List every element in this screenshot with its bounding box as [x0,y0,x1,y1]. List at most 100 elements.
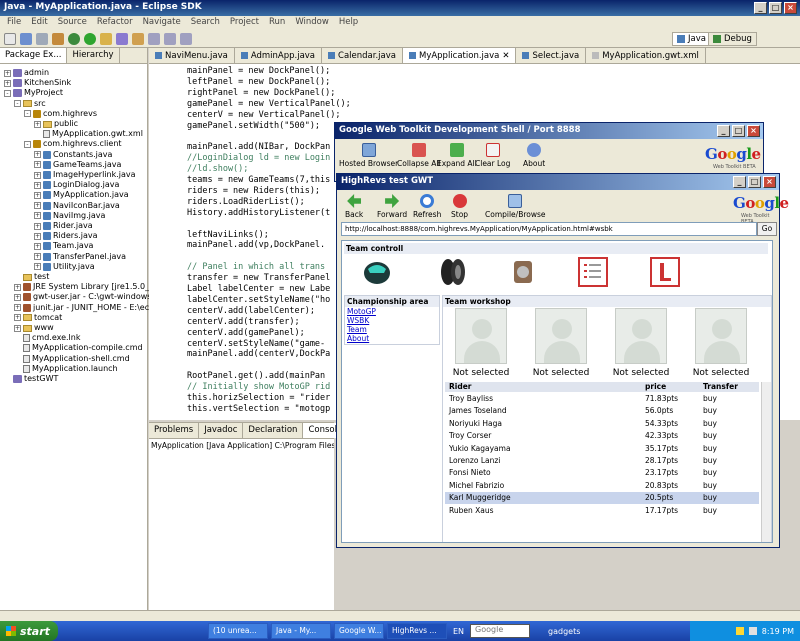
tree-item[interactable]: + NaviImg.java [34,211,105,221]
tree-item[interactable]: + junit.jar - JUNIT_HOME - E:\eclipse [14,303,168,313]
menu-navigate[interactable]: Navigate [138,16,186,30]
buy-link[interactable]: buy [703,467,717,479]
close-tab-icon[interactable]: ✕ [502,51,509,61]
menu-refactor[interactable]: Refactor [92,16,138,30]
tyres-icon[interactable] [438,257,468,287]
tree-expand-toggle[interactable]: + [34,263,41,271]
buy-link[interactable]: buy [703,505,717,517]
engine-icon[interactable] [508,257,538,287]
refresh-button[interactable]: Refresh [413,194,441,219]
tree-expand-toggle[interactable]: + [34,171,41,179]
tree-expand-toggle[interactable]: + [14,283,21,291]
tree-expand-toggle[interactable]: + [14,314,21,322]
tree-expand-toggle[interactable]: + [14,293,21,301]
tree-item[interactable]: + Rider.java [34,221,93,231]
clear-log-button[interactable]: Clear Log [475,143,510,168]
hrwin-close-button[interactable]: × [763,176,776,188]
buy-link[interactable]: buy [703,492,717,504]
collapse-all-button[interactable]: Collapse All [397,143,441,168]
tree-expand-toggle[interactable]: + [34,161,41,169]
table-row[interactable]: Fonsi Nieto 23.17pts buy [445,467,759,479]
editor-tab-select[interactable]: Select.java [516,48,587,63]
link-wsbk[interactable]: WSBK [345,316,439,325]
taskbar-java[interactable]: Java - My... [271,623,331,639]
open-type-icon[interactable] [116,32,128,45]
back-icon[interactable] [164,32,176,45]
tab-javadoc[interactable]: Javadoc [199,423,244,438]
stop-button[interactable]: Stop [451,194,468,219]
compile-browse-button[interactable]: Compile/Browse [485,194,546,219]
expand-all-button[interactable]: Expand All [437,143,477,168]
buy-link[interactable]: buy [703,393,717,405]
minimize-button[interactable]: _ [754,2,767,14]
tree-expand-toggle[interactable]: + [34,253,41,261]
tree-item[interactable]: testGWT [4,374,58,384]
link-motogp[interactable]: MotoGP [345,307,439,316]
devshell-minimize-button[interactable]: _ [717,125,730,137]
menu-source[interactable]: Source [53,16,92,30]
editor-tab-myapplication[interactable]: MyApplication.java ✕ [402,48,517,63]
menu-file[interactable]: File [2,16,26,30]
print-icon[interactable] [36,32,48,45]
tree-item[interactable]: + TransferPanel.java [34,252,126,262]
new-java-project-icon[interactable] [100,32,112,45]
tree-item[interactable]: + ImageHyperlink.java [34,170,136,180]
tab-declaration[interactable]: Declaration [243,423,304,438]
editor-tab-gwt-xml[interactable]: MyApplication.gwt.xml [586,48,706,63]
about-button[interactable]: About [523,143,545,168]
tree-expand-toggle[interactable]: + [4,69,11,77]
menu-search[interactable]: Search [186,16,225,30]
tree-expand-toggle[interactable]: + [34,232,41,240]
editor-tab-calendar[interactable]: Calendar.java [322,48,403,63]
tree-item[interactable]: - com.highrevs [24,109,97,119]
build-icon[interactable] [52,32,64,45]
hrwin-minimize-button[interactable]: _ [733,176,746,188]
table-row[interactable]: Michel Fabrizio 20.83pts buy [445,480,759,492]
close-button[interactable]: × [784,2,797,14]
forward-icon[interactable] [180,32,192,45]
language-indicator[interactable]: EN [453,627,464,636]
workshop-slot-2[interactable] [535,308,587,364]
table-row[interactable]: Karl Muggeridge 20.5pts buy [445,492,759,505]
tree-expand-toggle[interactable]: + [14,304,21,312]
tree-expand-toggle[interactable]: + [34,222,41,230]
tree-item[interactable]: + Team.java [34,241,93,251]
tree-item[interactable]: cmd.exe.lnk [14,333,80,343]
tray-icon[interactable] [735,627,744,635]
link-team[interactable]: Team [345,325,439,334]
table-row[interactable]: Yukio Kagayama 35.17pts buy [445,443,759,455]
tree-item[interactable]: MyApplication-shell.cmd [14,354,130,364]
gadgets-button[interactable]: gadgets [548,627,580,636]
workshop-slot-4[interactable] [695,308,747,364]
go-button[interactable]: Go [757,222,777,236]
rider-list-icon[interactable] [578,257,608,287]
tab-problems[interactable]: Problems [149,423,200,438]
tree-item[interactable]: + NaviIconBar.java [34,201,120,211]
helmet-icon[interactable] [362,257,392,287]
devshell-maximize-button[interactable]: □ [732,125,745,137]
tree-item[interactable]: + JRE System Library [jre1.5.0_10] [14,282,162,292]
volume-icon[interactable] [748,627,757,635]
menu-window[interactable]: Window [290,16,334,30]
tree-expand-toggle[interactable]: + [4,79,11,87]
tree-item[interactable]: + gwt-user.jar - C:\gwt-windows [14,292,151,302]
editor-tab-adminapp[interactable]: AdminApp.java [235,48,323,63]
menu-project[interactable]: Project [225,16,264,30]
table-row[interactable]: Noriyuki Haga 54.33pts buy [445,418,759,430]
tree-item[interactable]: + tomcat [14,313,62,323]
save-icon[interactable] [20,32,32,45]
workshop-slot-3[interactable] [615,308,667,364]
tree-expand-toggle[interactable]: + [34,191,41,199]
tree-item[interactable]: + www [14,323,54,333]
workshop-slot-1[interactable] [455,308,507,364]
maximize-button[interactable]: □ [769,2,782,14]
tree-item[interactable]: + GameTeams.java [34,160,121,170]
link-about[interactable]: About [345,334,439,343]
tree-expand-toggle[interactable]: + [34,202,41,210]
buy-link[interactable]: buy [703,418,717,430]
tree-expand-toggle[interactable]: - [24,140,31,148]
tree-item[interactable]: + Utility.java [34,262,95,272]
editor-tab-navimenu[interactable]: NaviMenu.java [149,48,235,63]
buy-link[interactable]: buy [703,443,717,455]
tree-item[interactable]: test [14,272,49,282]
